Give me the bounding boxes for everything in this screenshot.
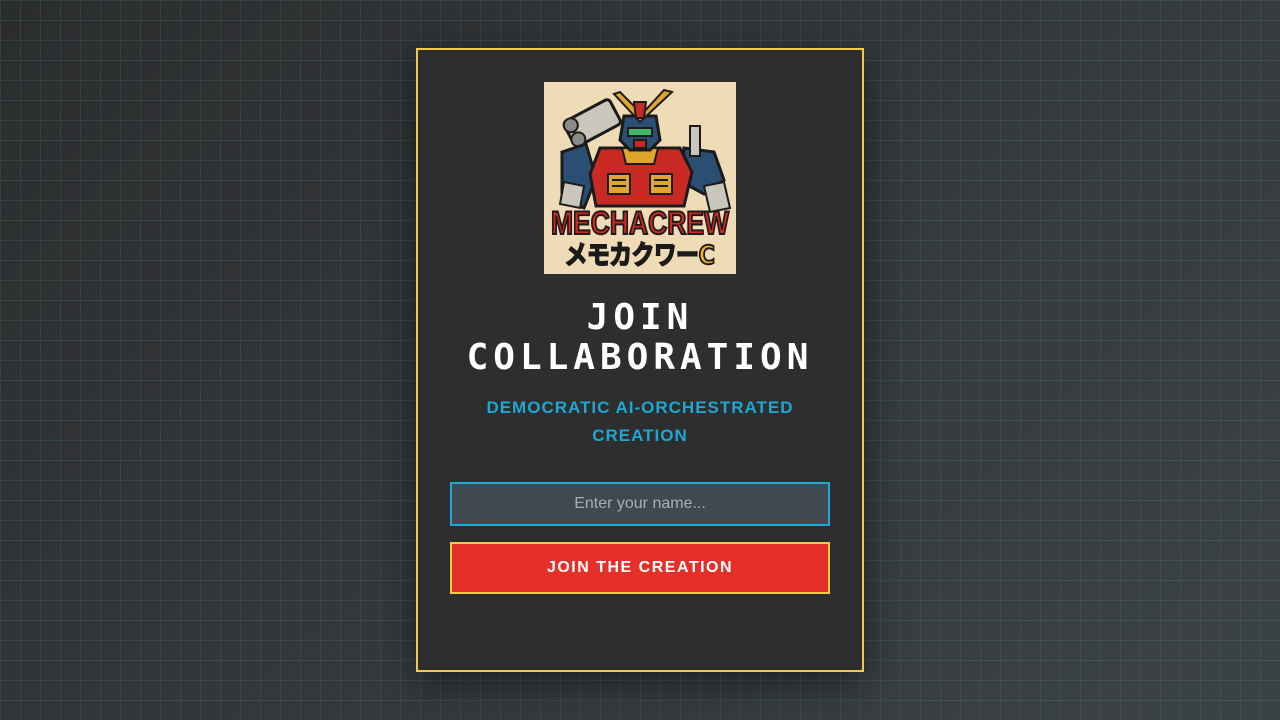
subtitle-line-2: CREATION [592, 426, 688, 445]
svg-text:MECHACREW: MECHACREW [551, 205, 730, 241]
svg-text:メモカクワーC: メモカクワーC [565, 241, 715, 271]
page-subtitle: DEMOCRATIC AI-ORCHESTRATED CREATION [458, 394, 822, 450]
title-line-1: JOIN [586, 297, 694, 338]
join-button[interactable]: JOIN THE CREATION [450, 542, 830, 594]
join-card: MECHACREW メモカクワーC JOIN COLLABORATION DEM… [416, 48, 864, 672]
mechacrew-logo: MECHACREW メモカクワーC [544, 82, 736, 274]
title-line-2: COLLABORATION [466, 337, 814, 378]
name-input[interactable] [450, 482, 830, 526]
subtitle-line-1: DEMOCRATIC AI-ORCHESTRATED [486, 398, 794, 417]
page-title: JOIN COLLABORATION [418, 298, 862, 378]
